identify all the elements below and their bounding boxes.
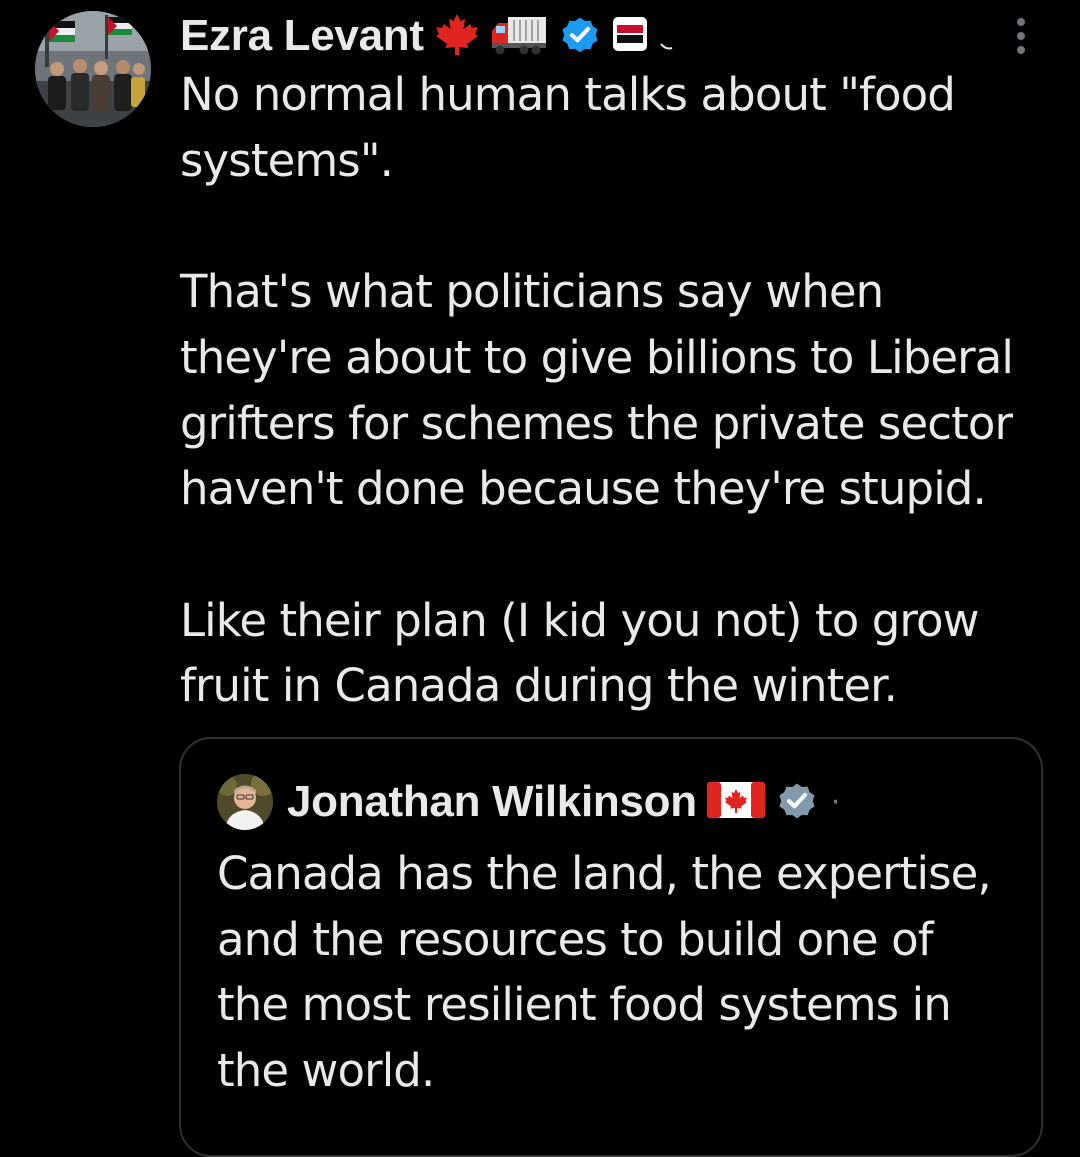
canada-flag-icon <box>706 779 765 825</box>
government-badge-icon[interactable] <box>775 778 819 826</box>
post-header: Ezra Levant <box>180 8 674 64</box>
quoted-post-header: Jonathan Wilkinson · <box>217 773 840 831</box>
truck-icon <box>490 11 548 61</box>
quoted-post-text: Canada has the land, the expertise, and … <box>217 847 992 1098</box>
quoted-author-avatar[interactable] <box>217 774 273 830</box>
quoted-author-display-name[interactable]: Jonathan Wilkinson <box>287 777 697 827</box>
rebel-news-logo-icon[interactable] <box>612 16 648 56</box>
more-options-button[interactable] <box>1004 14 1038 58</box>
more-vertical-icon <box>1017 18 1025 26</box>
post-paragraph: That's what politicians say when they're… <box>180 265 1014 516</box>
post-paragraph: Like their plan (I kid you not) to grow … <box>180 593 979 713</box>
author-avatar[interactable] <box>35 11 151 127</box>
verified-badge-icon[interactable] <box>558 12 602 60</box>
maple-leaf-icon <box>434 11 480 61</box>
truncated-label-icon <box>658 14 674 58</box>
post-paragraph: No normal human talks about "food system… <box>180 68 956 187</box>
header-separator: · <box>830 784 841 820</box>
post-text: No normal human talks about "food system… <box>180 62 1060 719</box>
quoted-post-card[interactable]: Jonathan Wilkinson · Canada has the land… <box>179 737 1043 1157</box>
author-display-name[interactable]: Ezra Levant <box>180 11 424 61</box>
